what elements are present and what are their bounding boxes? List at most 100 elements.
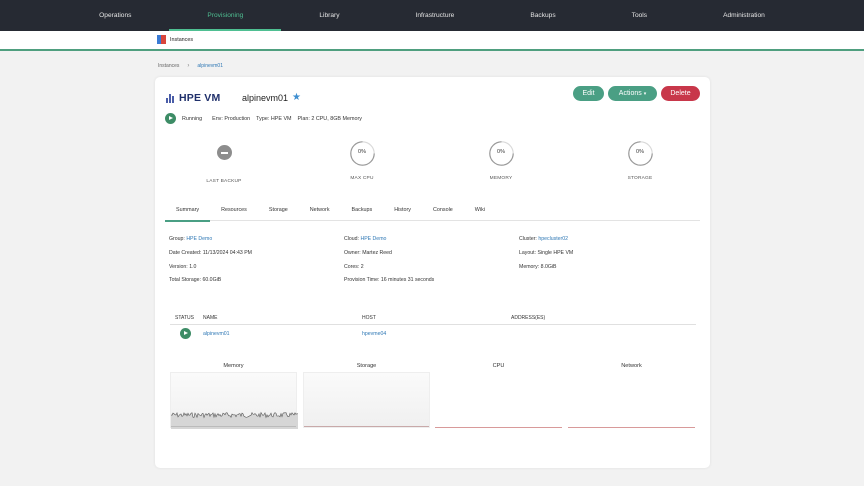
col-addresses: ADDRESS(ES) [511,315,546,321]
total-storage-field: Total Storage: 60.0GiB [169,277,222,283]
owner-field: Owner: Martez Reed [344,250,392,256]
nav-administration[interactable]: Administration [685,0,803,31]
chevron-right-icon: › [187,63,190,69]
breadcrumb-current[interactable]: alpinevm01 [197,63,223,69]
memory-chart-baseline [171,426,296,427]
containers-table: STATUS NAME HOST ADDRESS(ES) alpinevm01 … [170,311,696,343]
brand-name: HPE VM [179,92,221,104]
nav-provisioning[interactable]: Provisioning [169,0,282,31]
tab-history[interactable]: History [383,204,422,221]
tab-backups[interactable]: Backups [341,204,384,221]
row-name-link[interactable]: alpinevm01 [203,331,230,337]
version-field: Version: 1.0 [169,264,197,270]
cpu-value: 0% [358,149,366,155]
cpu-chart-baseline [435,427,562,428]
favorite-star-icon[interactable]: ★ [292,92,301,103]
env-label: Env: [212,115,223,122]
nav-backups[interactable]: Backups [492,0,593,31]
network-chart: Network [568,362,695,429]
storage-chart: Storage [303,362,430,429]
running-status-icon [165,113,176,124]
tab-wiki[interactable]: Wiki [464,204,496,221]
max-cpu-label: MAX CPU [350,176,374,181]
type-value: HPE VM [270,115,292,122]
type-label: Type: [256,115,270,122]
memory-field: Memory: 8.0GiB [519,264,557,270]
hpe-vm-logo-icon [166,93,176,103]
version-value: 1.0 [189,264,197,270]
table-row: alpinevm01 hpevme04 [170,325,696,343]
cpu-chart-plot [435,372,562,428]
metric-storage: 0% STORAGE [610,140,670,181]
provision-time-field: Provision Time: 16 minutes 31 seconds [344,277,435,283]
nav-library[interactable]: Library [281,0,377,31]
metric-last-backup: LAST BACKUP [194,140,254,184]
cores-value: 2 [360,264,364,270]
top-nav: Operations Provisioning Library Infrastr… [0,0,864,31]
last-backup-label: LAST BACKUP [206,179,242,184]
caret-down-icon: ▾ [643,91,647,97]
col-host: HOST [362,315,376,321]
network-chart-baseline [568,427,695,428]
sub-nav: Instances [0,31,864,51]
group-link[interactable]: HPE Demo [186,236,212,242]
row-host-link[interactable]: hpevme04 [362,331,386,337]
actions-button[interactable]: Actions ▾ [608,86,657,101]
plan-value: 2 CPU, 8GB Memory [311,115,362,122]
subnav-instances[interactable]: Instances [157,35,193,44]
metric-memory: 0% MEMORY [471,140,531,181]
col-name: NAME [203,315,218,321]
storage-label: STORAGE [627,176,653,181]
instances-icon [157,35,166,44]
cloud-field: Cloud: HPE Demo [344,236,387,242]
memory-gauge: 0% [488,140,515,167]
cluster-link[interactable]: hpecluster02 [538,236,568,242]
memory-size-value: 8.0GiB [540,264,557,270]
memory-chart-plot [170,372,298,429]
total-storage-value: 60.0GiB [202,277,222,283]
nav-infrastructure[interactable]: Infrastructure [378,0,493,31]
owner-value: Martez Reed [362,250,392,256]
instance-title: alpinevm01 ★ [242,92,301,103]
nav-operations[interactable]: Operations [61,0,169,31]
tab-summary[interactable]: Summary [165,204,211,222]
breadcrumb: Instances › alpinevm01 [158,63,223,69]
breadcrumb-instances[interactable]: Instances [158,63,179,69]
edit-button[interactable]: Edit [573,86,604,101]
memory-chart-title: Memory [223,363,244,369]
delete-button[interactable]: Delete [661,86,700,101]
storage-value: 0% [636,149,644,155]
cores-field: Cores: 2 [344,264,364,270]
tab-console[interactable]: Console [422,204,464,221]
backup-minus-icon [216,145,232,160]
memory-label: MEMORY [489,176,513,181]
cluster-field: Cluster: hpecluster02 [519,236,569,242]
status-line: Running Env: Production Type: HPE VM Pla… [165,113,362,124]
layout-value: Single HPE VM [537,250,574,256]
tab-resources[interactable]: Resources [210,204,258,221]
network-chart-title: Network [621,363,642,369]
brand-logo: HPE VM [166,92,220,104]
storage-chart-title: Storage [356,363,377,369]
memory-chart-series [171,411,298,429]
status-state: Running [182,115,203,122]
tab-storage[interactable]: Storage [258,204,299,221]
plan-label: Plan: [297,115,310,122]
actions-label: Actions [618,90,642,97]
storage-chart-plot [303,372,430,428]
env-value: Production [224,115,251,122]
instance-name: alpinevm01 [242,92,289,103]
instance-tabs: Summary Resources Storage Network Backup… [165,204,700,222]
tab-network[interactable]: Network [299,204,341,221]
metric-max-cpu: 0% MAX CPU [332,140,392,181]
subnav-instances-label: Instances [170,36,194,43]
date-created-value: 11/13/2024 04:43 PM [202,250,252,256]
table-header: STATUS NAME HOST ADDRESS(ES) [170,311,696,325]
group-field: Group: HPE Demo [169,236,213,242]
cpu-gauge: 0% [349,140,376,167]
storage-chart-baseline [304,426,429,427]
cloud-link[interactable]: HPE Demo [360,236,386,242]
nav-tools[interactable]: Tools [594,0,685,31]
memory-value: 0% [497,149,505,155]
col-status: STATUS [175,315,194,321]
